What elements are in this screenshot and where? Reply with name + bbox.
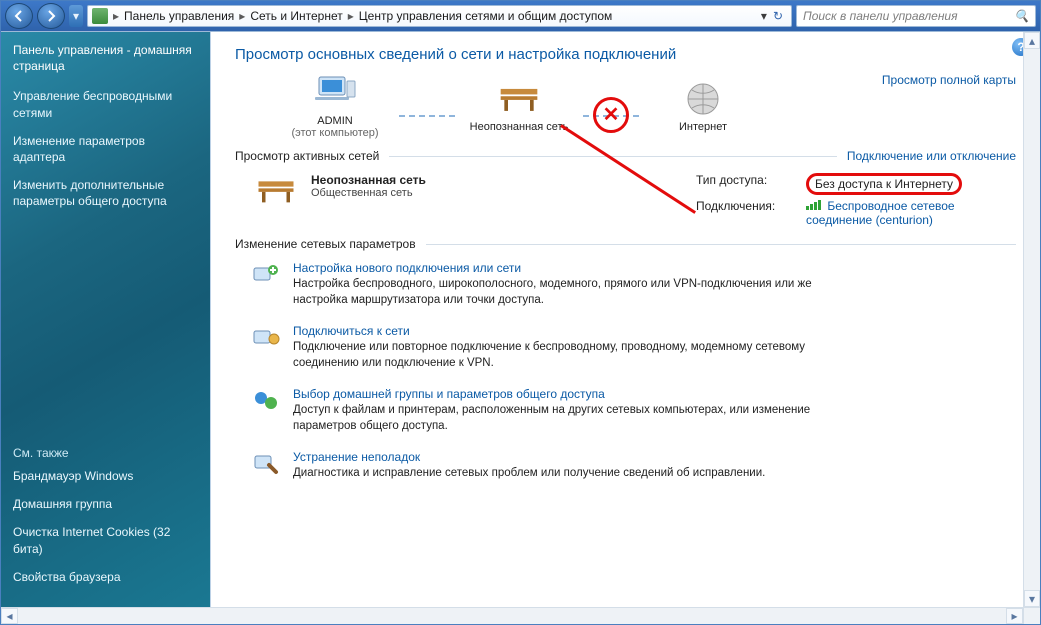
change-settings-label: Изменение сетевых параметров xyxy=(235,237,416,251)
new-connection-icon xyxy=(251,261,281,289)
node-unknown-network[interactable]: Неопознанная сеть xyxy=(459,79,579,133)
breadcrumb-sep: ▸ xyxy=(236,9,248,23)
node-internet-label: Интернет xyxy=(679,121,727,133)
access-type-value: Без доступа к Интернету xyxy=(806,173,1016,195)
sidebar-link-adapter[interactable]: Изменение параметров адаптера xyxy=(13,133,198,165)
window-body: Панель управления - домашняя страница Уп… xyxy=(1,31,1040,607)
scroll-track[interactable] xyxy=(1024,49,1040,590)
titlebar: ▾ ▸ Панель управления ▸ Сеть и Интернет … xyxy=(1,1,1040,31)
connection-segment-1 xyxy=(399,115,455,117)
annotation-red-box: Без доступа к Интернету xyxy=(806,173,962,195)
active-network-block: Неопознанная сеть Общественная сеть Тип … xyxy=(255,173,1016,227)
setting-new-connection: Настройка нового подключения или сети На… xyxy=(251,261,1016,308)
setting-homegroup: Выбор домашней группы и параметров общег… xyxy=(251,387,1016,434)
setting-desc: Подключение или повторное подключение к … xyxy=(293,340,853,371)
network-map-row: ADMIN (этот компьютер) xyxy=(235,73,1016,139)
setting-troubleshoot: Устранение неполадок Диагностика и испра… xyxy=(251,450,1016,482)
bench-icon xyxy=(255,173,297,209)
breadcrumb-sep: ▸ xyxy=(110,9,122,23)
scroll-up-button[interactable]: ▴ xyxy=(1024,32,1040,49)
change-settings-heading: Изменение сетевых параметров xyxy=(235,237,1016,251)
active-network-name: Неопознанная сеть xyxy=(311,173,426,187)
network-map: ADMIN (этот компьютер) xyxy=(275,73,763,139)
history-dropdown[interactable]: ▾ xyxy=(69,5,83,27)
main-pane: ? Просмотр основных сведений о сети и на… xyxy=(211,32,1040,607)
window-frame: ▾ ▸ Панель управления ▸ Сеть и Интернет … xyxy=(0,0,1041,625)
globe-icon xyxy=(681,79,725,119)
node-computer-name: ADMIN xyxy=(317,115,352,127)
scroll-track[interactable] xyxy=(18,608,1006,624)
scroll-down-button[interactable]: ▾ xyxy=(1024,590,1040,607)
connections-label: Подключения: xyxy=(696,199,806,227)
breadcrumb-item[interactable]: Центр управления сетями и общим доступом xyxy=(359,9,613,23)
see-also-homegroup[interactable]: Домашняя группа xyxy=(13,496,198,512)
control-panel-icon xyxy=(92,8,108,24)
forward-button[interactable] xyxy=(37,3,65,29)
scroll-corner xyxy=(1023,608,1040,624)
scroll-right-button[interactable]: ▸ xyxy=(1006,608,1023,624)
setting-title[interactable]: Настройка нового подключения или сети xyxy=(293,261,853,275)
breadcrumb-bar[interactable]: ▸ Панель управления ▸ Сеть и Интернет ▸ … xyxy=(87,5,792,27)
bench-icon xyxy=(497,79,541,119)
node-this-computer[interactable]: ADMIN (этот компьютер) xyxy=(275,73,395,139)
setting-desc: Диагностика и исправление сетевых пробле… xyxy=(293,466,765,482)
broken-x-icon: ✕ xyxy=(603,102,620,127)
search-placeholder: Поиск в панели управления xyxy=(803,9,958,23)
connection-segment-2: ✕ xyxy=(583,115,639,117)
node-internet[interactable]: Интернет xyxy=(643,79,763,133)
active-network-props: Тип доступа: Без доступа к Интернету Под… xyxy=(696,173,1016,227)
active-network-type: Общественная сеть xyxy=(311,187,426,199)
vertical-scrollbar[interactable]: ▴ ▾ xyxy=(1023,32,1040,607)
active-networks-label: Просмотр активных сетей xyxy=(235,149,379,163)
node-computer-sub: (этот компьютер) xyxy=(291,127,378,139)
see-also-cookies[interactable]: Очистка Internet Cookies (32 бита) xyxy=(13,524,198,556)
page-title: Просмотр основных сведений о сети и наст… xyxy=(235,46,1016,63)
back-button[interactable] xyxy=(5,3,33,29)
connect-network-icon xyxy=(251,324,281,352)
connections-link[interactable]: Беспроводное сетевое соединение (centuri… xyxy=(806,199,1016,227)
horizontal-scrollbar[interactable]: ◂ ▸ xyxy=(1,607,1040,624)
see-also-firewall[interactable]: Брандмауэр Windows xyxy=(13,468,198,484)
search-input[interactable]: Поиск в панели управления 🔍 xyxy=(796,5,1036,27)
active-networks-heading: Просмотр активных сетей Подключение или … xyxy=(235,149,1016,163)
full-map-link[interactable]: Просмотр полной карты xyxy=(882,73,1016,87)
sidebar-home[interactable]: Панель управления - домашняя страница xyxy=(13,42,198,74)
search-icon: 🔍 xyxy=(1014,9,1029,23)
see-also-heading: См. также xyxy=(13,446,198,460)
setting-desc: Настройка беспроводного, широкополосного… xyxy=(293,277,853,308)
setting-title[interactable]: Подключиться к сети xyxy=(293,324,853,338)
node-middle-label: Неопознанная сеть xyxy=(470,121,569,133)
breadcrumb-sep: ▸ xyxy=(345,9,357,23)
settings-list: Настройка нового подключения или сети На… xyxy=(251,261,1016,482)
connect-disconnect-link[interactable]: Подключение или отключение xyxy=(847,149,1016,163)
troubleshoot-icon xyxy=(251,450,281,478)
chevron-down-icon[interactable]: ▾ xyxy=(761,9,767,23)
sidebar-link-wireless[interactable]: Управление беспроводными сетями xyxy=(13,88,198,120)
active-network-labels[interactable]: Неопознанная сеть Общественная сеть xyxy=(311,173,426,227)
breadcrumb-item[interactable]: Панель управления xyxy=(124,9,234,23)
setting-connect-network: Подключиться к сети Подключение или повт… xyxy=(251,324,1016,371)
sidebar-link-sharing[interactable]: Изменить дополнительные параметры общего… xyxy=(13,177,198,209)
refresh-icon[interactable]: ↻ xyxy=(773,9,783,23)
setting-title[interactable]: Устранение неполадок xyxy=(293,450,765,464)
setting-desc: Доступ к файлам и принтерам, расположенн… xyxy=(293,403,853,434)
setting-title[interactable]: Выбор домашней группы и параметров общег… xyxy=(293,387,853,401)
computer-icon xyxy=(313,73,357,113)
homegroup-icon xyxy=(251,387,281,415)
access-type-label: Тип доступа: xyxy=(696,173,806,195)
sidebar: Панель управления - домашняя страница Уп… xyxy=(1,32,211,607)
see-also-browser[interactable]: Свойства браузера xyxy=(13,569,198,585)
scroll-left-button[interactable]: ◂ xyxy=(1,608,18,624)
breadcrumb-item[interactable]: Сеть и Интернет xyxy=(250,9,342,23)
signal-bars-icon xyxy=(806,200,821,210)
